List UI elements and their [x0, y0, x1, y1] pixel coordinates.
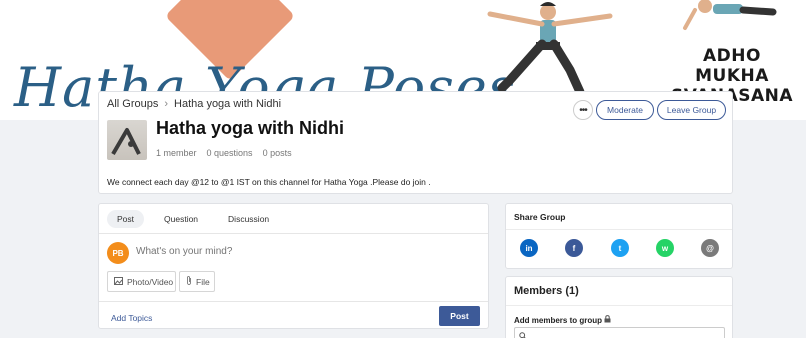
pose-label-line1: ADHO MUKHA — [695, 46, 769, 86]
composer-tabs: Post Question Discussion — [99, 204, 488, 234]
file-button[interactable]: File — [179, 271, 215, 292]
breadcrumb-current: Hatha yoga with Nidhi — [174, 98, 282, 110]
tab-discussion[interactable]: Discussion — [218, 210, 279, 228]
avatar: PB — [107, 242, 129, 264]
file-label: File — [196, 276, 210, 287]
yoga-figure-pose — [683, 0, 777, 30]
post-count[interactable]: 0 posts — [263, 148, 292, 158]
photo-video-button[interactable]: Photo/Video — [107, 271, 176, 292]
add-members-text: Add members to group — [514, 315, 603, 325]
group-thumbnail — [107, 120, 147, 160]
lock-icon — [604, 315, 611, 325]
post-button[interactable]: Post — [439, 306, 480, 326]
search-icon — [519, 327, 527, 338]
post-input[interactable] — [136, 246, 466, 257]
paperclip-icon — [186, 276, 192, 287]
more-options-button[interactable]: ••• — [573, 100, 593, 120]
group-stats: 1 member 0 questions 0 posts — [156, 148, 292, 158]
breadcrumb: All Groups › Hatha yoga with Nidhi — [107, 98, 281, 110]
facebook-icon[interactable]: f — [565, 239, 583, 257]
whatsapp-icon[interactable]: w — [656, 239, 674, 257]
post-composer-card: Post Question Discussion PB Photo/Video … — [98, 203, 489, 329]
photo-video-label: Photo/Video — [127, 276, 174, 287]
tab-question[interactable]: Question — [154, 210, 208, 228]
yoga-thumbnail-figure — [111, 128, 141, 156]
divider — [506, 229, 732, 230]
breadcrumb-all-groups[interactable]: All Groups — [107, 98, 158, 110]
email-icon[interactable]: @ — [701, 239, 719, 257]
member-count[interactable]: 1 member — [156, 148, 197, 158]
divider — [506, 305, 732, 306]
share-group-card: Share Group in f t w @ — [505, 203, 733, 269]
add-members-label: Add members to group — [514, 315, 611, 325]
twitter-icon[interactable]: t — [611, 239, 629, 257]
member-search-input[interactable] — [514, 327, 725, 338]
tab-post[interactable]: Post — [107, 209, 145, 228]
share-group-title: Share Group — [514, 212, 566, 222]
members-title: Members (1) — [514, 285, 579, 297]
question-count[interactable]: 0 questions — [207, 148, 253, 158]
divider — [99, 301, 488, 302]
image-icon — [114, 276, 123, 287]
add-topics-link[interactable]: Add Topics — [111, 313, 152, 323]
group-header-card: All Groups › Hatha yoga with Nidhi Hatha… — [98, 91, 733, 194]
linkedin-icon[interactable]: in — [520, 239, 538, 257]
page-title: Hatha yoga with Nidhi — [156, 118, 345, 138]
leave-group-button[interactable]: Leave Group — [657, 100, 726, 120]
group-description: We connect each day @12 to @1 IST on thi… — [107, 177, 431, 187]
moderate-button[interactable]: Moderate — [596, 100, 654, 120]
chevron-right-icon: › — [164, 98, 169, 110]
members-card: Members (1) Add members to group — [505, 276, 733, 338]
